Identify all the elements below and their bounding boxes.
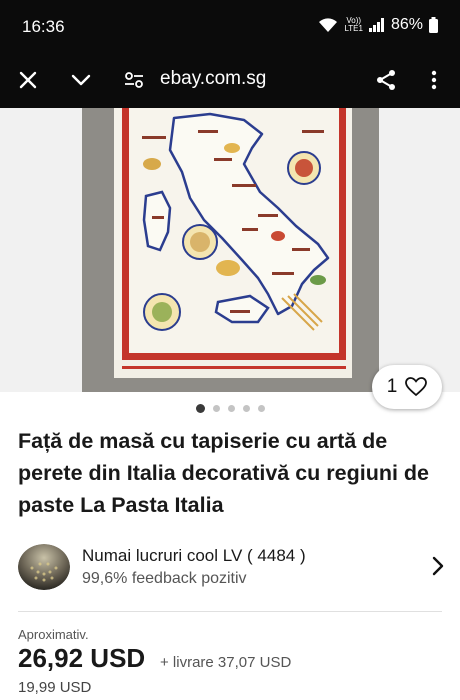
- chevron-right-icon[interactable]: [432, 556, 444, 576]
- lte-label: LTE1: [344, 24, 363, 33]
- heart-icon: [405, 377, 428, 397]
- seller-avatar-image: [18, 544, 70, 590]
- image-gallery[interactable]: [0, 108, 460, 392]
- approx-label: Aproximativ.: [18, 627, 89, 642]
- share-icon: [377, 70, 395, 90]
- divider: [18, 611, 442, 612]
- seller-avatar[interactable]: [18, 544, 70, 590]
- pagination-dot[interactable]: [242, 405, 250, 412]
- gallery-pagination: [0, 404, 460, 413]
- volte-indicator: Vo)) LTE1: [344, 17, 363, 33]
- battery-percent: 86%: [390, 16, 423, 33]
- original-currency-price: 19,99 USD: [18, 679, 92, 696]
- status-icons: Vo)) LTE1 86%: [318, 16, 438, 34]
- pagination-dot[interactable]: [257, 405, 265, 412]
- listing-title: Față de masă cu tapiserie cu artă de per…: [18, 429, 430, 517]
- share-button[interactable]: [368, 62, 404, 98]
- seller-feedback: 99,6% feedback pozitiv: [82, 570, 247, 587]
- shipping-cost: + livrare 37,07 USD: [160, 654, 292, 671]
- price: 26,92 USD: [18, 643, 146, 673]
- minimize-button[interactable]: [63, 62, 99, 98]
- watch-count: 1: [386, 376, 398, 397]
- pagination-dot-active[interactable]: [195, 404, 205, 413]
- pagination-dot[interactable]: [227, 405, 235, 412]
- more-menu-button[interactable]: [416, 62, 452, 98]
- battery-icon: [429, 17, 438, 33]
- close-tab-button[interactable]: [10, 62, 46, 98]
- signal-icon: [368, 18, 384, 32]
- status-bar: 16:36 Vo)) LTE1 86%: [0, 0, 460, 52]
- tea-towel-italy-map-image: [82, 108, 379, 392]
- status-time: 16:36: [22, 17, 65, 36]
- seller-row[interactable]: Numai lucruri cool LV ( 4484 ) 99,6% fee…: [18, 542, 444, 594]
- wifi-icon: [319, 18, 338, 32]
- close-icon: [19, 71, 37, 89]
- seller-name[interactable]: Numai lucruri cool LV ( 4484 ): [82, 546, 306, 566]
- product-image[interactable]: [82, 108, 379, 392]
- pagination-dot[interactable]: [212, 405, 220, 412]
- more-vertical-icon: [431, 70, 437, 90]
- watchlist-button[interactable]: 1: [372, 365, 442, 409]
- browser-toolbar: ebay.com.sg: [0, 52, 460, 108]
- chevron-down-icon: [71, 74, 91, 86]
- url-domain[interactable]: ebay.com.sg: [160, 68, 266, 90]
- tune-icon: [125, 72, 143, 88]
- site-settings-button[interactable]: [116, 62, 152, 98]
